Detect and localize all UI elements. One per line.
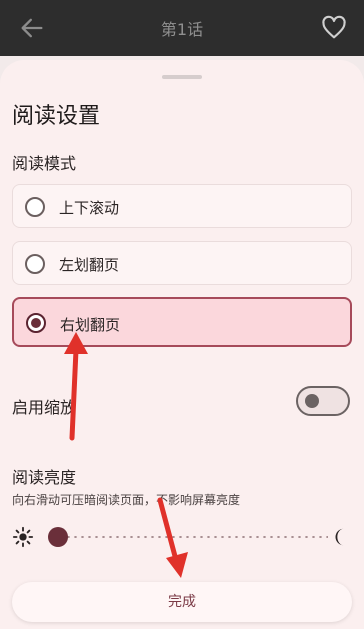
reading-mode-label: 阅读模式 [12, 154, 77, 173]
option-swipe-left[interactable]: 左划翻页 [12, 241, 352, 285]
radio-button-selected[interactable] [26, 313, 46, 333]
option-label: 上下滚动 [59, 199, 120, 217]
option-vertical-scroll[interactable]: 上下滚动 [12, 184, 352, 228]
option-label: 右划翻页 [60, 316, 121, 334]
brightness-label: 阅读亮度 [12, 468, 77, 487]
zoom-label: 启用缩放 [12, 398, 77, 417]
done-button[interactable]: 完成 [12, 582, 352, 622]
slider-thumb[interactable] [48, 527, 68, 547]
slider-track[interactable] [58, 536, 328, 538]
radio-button[interactable] [25, 197, 45, 217]
zoom-toggle[interactable] [296, 386, 350, 416]
brightness-caption: 向右滑动可压暗阅读页面，不影响屏幕亮度 [12, 493, 241, 507]
sun-icon [12, 526, 34, 548]
radio-button[interactable] [25, 254, 45, 274]
top-app-bar: 第1话 [0, 0, 364, 56]
sheet-drag-handle[interactable] [162, 75, 202, 79]
heart-outline-icon[interactable] [320, 14, 348, 42]
option-swipe-right[interactable]: 右划翻页 [12, 297, 352, 347]
brightness-slider[interactable] [10, 520, 354, 554]
reading-settings-sheet: 阅读设置 阅读模式 上下滚动 左划翻页 右划翻页 启用缩放 阅读亮度 向右滑动可… [0, 60, 364, 629]
moon-icon [335, 528, 344, 546]
toggle-knob [305, 394, 319, 408]
option-label: 左划翻页 [59, 256, 120, 274]
chapter-title: 第1话 [160, 20, 204, 39]
sheet-title: 阅读设置 [12, 104, 101, 129]
